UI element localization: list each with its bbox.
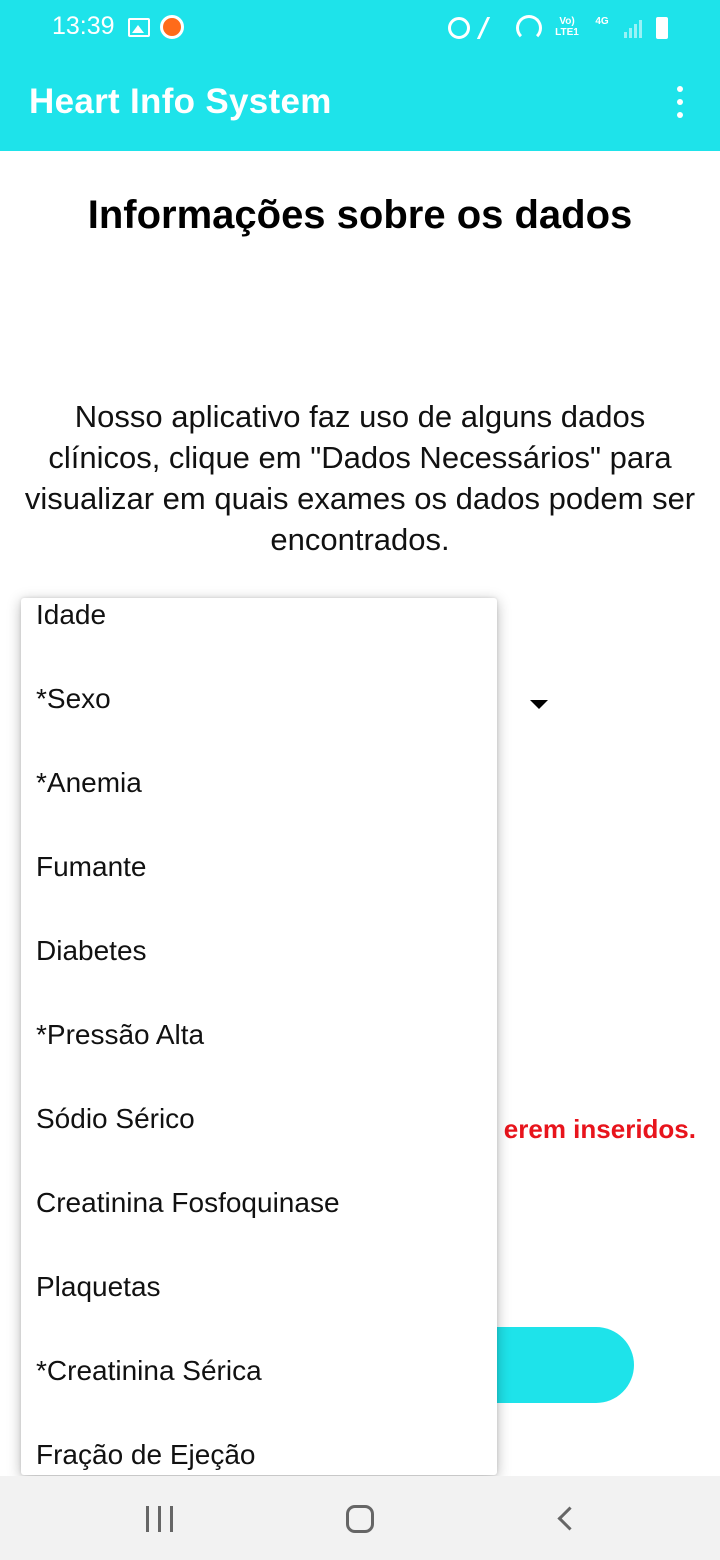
dropdown-popup: Idade *Sexo *Anemia Fumante Diabetes *Pr… [21, 598, 497, 1475]
dropdown-option-fracao-de-ejecao[interactable]: Fração de Ejeção [21, 1438, 497, 1475]
status-icons: Vo) LTE1 4G [448, 14, 668, 42]
alarm-icon [448, 17, 470, 39]
dropdown-option-sexo[interactable]: *Sexo [21, 682, 497, 766]
app-top-bar: 13:39 Vo) LTE1 4G Heart Info System [0, 0, 720, 151]
notification-icon [160, 15, 184, 39]
battery-icon [656, 17, 668, 39]
app-title: Heart Info System [29, 82, 332, 121]
navigation-bar [0, 1476, 720, 1560]
dropdown-option-anemia[interactable]: *Anemia [21, 766, 497, 850]
dropdown-option-pressao-alta[interactable]: *Pressão Alta [21, 1018, 497, 1102]
dropdown-option-fumante[interactable]: Fumante [21, 850, 497, 934]
hotspot-icon [516, 15, 542, 41]
dropdown-option-diabetes[interactable]: Diabetes [21, 934, 497, 1018]
status-bar: 13:39 Vo) LTE1 4G [0, 0, 720, 56]
dropdown-option-sodio-serico[interactable]: Sódio Sérico [21, 1102, 497, 1186]
dropdown-option-idade[interactable]: Idade [21, 598, 497, 682]
dropdown-option-creatinina-serica[interactable]: *Creatinina Sérica [21, 1354, 497, 1438]
4g-icon: 4G [595, 16, 609, 27]
dropdown-option-creatinina-fosfoquinase[interactable]: Creatinina Fosfoquinase [21, 1186, 497, 1270]
home-icon[interactable] [346, 1505, 374, 1533]
signal-icon [624, 18, 644, 38]
back-icon[interactable] [556, 1506, 574, 1532]
dropdown-arrow-icon[interactable] [530, 700, 548, 709]
gallery-icon [128, 18, 150, 37]
intro-text: Nosso aplicativo faz uso de alguns dados… [24, 399, 696, 557]
volte-icon: Vo) LTE1 [555, 16, 579, 38]
page-title: Informações sobre os dados [87, 193, 633, 237]
vibrate-mute-icon [476, 17, 510, 39]
overflow-menu-icon[interactable] [672, 86, 688, 118]
status-time: 13:39 [52, 12, 115, 40]
recents-icon[interactable] [146, 1506, 174, 1532]
dropdown-option-plaquetas[interactable]: Plaquetas [21, 1270, 497, 1354]
